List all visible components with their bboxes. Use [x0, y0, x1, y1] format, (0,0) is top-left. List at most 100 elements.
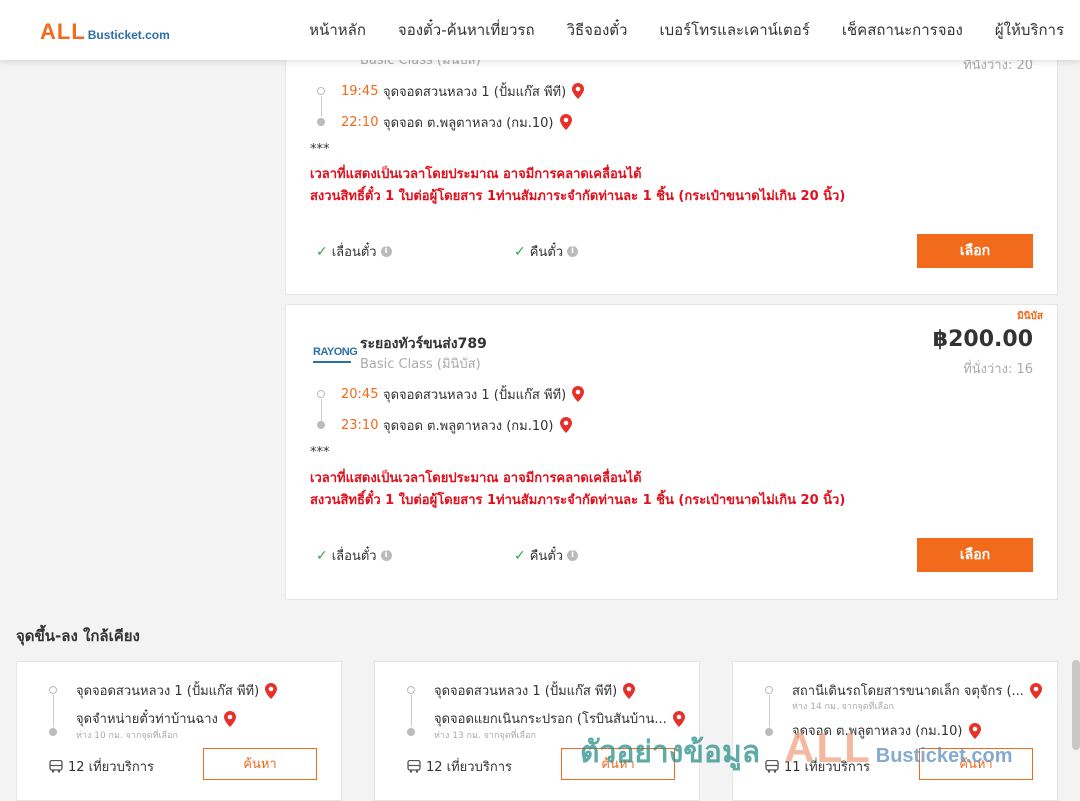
notice-time-approx: เวลาที่แสดงเป็นเวลาโดยประมาณ อาจมีการคลา… [310, 167, 642, 182]
map-pin-icon[interactable] [559, 417, 572, 433]
check-icon: ✓ [316, 547, 328, 564]
arrival-time: 22:10 [341, 114, 379, 130]
nearby-trips: 12 เที่ยวบริการ [49, 756, 154, 777]
info-icon[interactable]: i [567, 246, 579, 257]
nearby-search-button[interactable]: ค้นหา [203, 748, 317, 780]
policy-change-label: เลื่อนตั๋ว [331, 245, 377, 260]
nearby-trips-count: 11 เที่ยวบริการ [784, 760, 870, 775]
nearby-to-name: จุดจอด ต.พลูตาหลวง (กม.10) [792, 724, 963, 739]
map-pin-icon[interactable] [968, 722, 981, 739]
nav-book-search[interactable]: จองตั๋ว-ค้นหาเที่ยวรถ [382, 18, 551, 42]
map-pin-icon[interactable] [572, 83, 585, 99]
nearby-card: จุดจอดสวนหลวง 1 (ปั้มแก๊ส พีที) จุดจำหน่… [16, 661, 342, 801]
trip-card: มินิบัส RAYONG ระยองทัวร์ขนส่ง789 Basic … [285, 304, 1058, 600]
to-dot [765, 728, 773, 736]
top-navbar: ALL Busticket.com หน้าหลัก จองตั๋ว-ค้นหา… [0, 0, 1080, 60]
arrival-time: 23:10 [341, 417, 379, 433]
map-pin-icon[interactable] [623, 682, 636, 699]
map-pin-icon[interactable] [265, 682, 278, 699]
nearby-card: สถานีเดินรถโดยสารขนาดเล็ก จตุจักร (... ห… [732, 661, 1058, 801]
nearby-trips-count: 12 เที่ยวบริการ [426, 760, 512, 775]
ticket-price: ฿200.00 [932, 327, 1033, 352]
timeline-line [411, 695, 412, 727]
vehicle-type-tag: มินิบัส [1017, 311, 1043, 322]
nearby-to-name: จุดจำหน่ายตั๋วท่าบ้านฉาง [76, 712, 218, 727]
nearby-search-button[interactable]: ค้นหา [919, 748, 1033, 780]
departure-stop-name: จุดจอดสวนหลวง 1 (ปั้มแก๊ส พีที) [383, 84, 567, 100]
nearby-section-title: จุดขึ้น-ลง ใกล้เคียง [16, 627, 140, 645]
remark-stars: *** [310, 445, 330, 460]
timeline-line [769, 695, 770, 727]
seats-available: ที่นั่งว่าง: 16 [963, 362, 1033, 377]
nearby-trips-count: 12 เที่ยวบริการ [68, 760, 154, 775]
map-pin-icon[interactable] [1029, 682, 1042, 699]
nearby-distance: ห่าง 14 กม. จากจุดที่เลือก [792, 702, 894, 712]
logo-busticket-text: Busticket.com [87, 28, 170, 42]
nearby-to-name: จุดจอดแยกเนินกระปรอก (โรบินสันบ้าน... [434, 712, 667, 727]
policy-refund-label: คืนตั๋ว [529, 245, 564, 260]
from-dot [407, 686, 415, 694]
nav-home[interactable]: หน้าหลัก [293, 18, 382, 42]
departure-dot [317, 87, 325, 95]
nearby-from: จุดจอดสวนหลวง 1 (ปั้มแก๊ส พีที) [76, 680, 326, 701]
policy-change[interactable]: ✓ เลื่อนตั๋ว i [316, 241, 392, 262]
departure-stop-name: จุดจอดสวนหลวง 1 (ปั้มแก๊ส พีที) [383, 387, 567, 403]
operator-logo: RAYONG [313, 345, 358, 363]
map-pin-icon[interactable] [223, 710, 236, 727]
check-icon: ✓ [514, 243, 526, 260]
departure-stop-row: 20:45 จุดจอดสวนหลวง 1 (ปั้มแก๊ส พีที) [341, 384, 585, 404]
nearby-from: จุดจอดสวนหลวง 1 (ปั้มแก๊ส พีที) [434, 680, 684, 701]
policy-refund-label: คืนตั๋ว [529, 549, 564, 564]
logo-all-text: ALL [40, 19, 86, 44]
bus-icon [765, 760, 779, 773]
site-logo[interactable]: ALL Busticket.com [40, 19, 170, 45]
check-icon: ✓ [316, 243, 328, 260]
nav-check-booking[interactable]: เช็คสถานะการจอง [826, 18, 979, 42]
operator-name: ระยองทัวร์ขนส่ง789 [360, 336, 487, 352]
policy-change-label: เลื่อนตั๋ว [331, 549, 377, 564]
main-nav: หน้าหลัก จองตั๋ว-ค้นหาเที่ยวรถ วิธีจองตั… [293, 0, 1080, 60]
select-button[interactable]: เลือก [917, 538, 1033, 572]
nav-operators[interactable]: ผู้ให้บริการ [979, 18, 1080, 42]
map-pin-icon[interactable] [559, 114, 572, 130]
nearby-from-name: สถานีเดินรถโดยสารขนาดเล็ก จตุจักร (... [792, 684, 1024, 699]
notice-luggage: สงวนสิทธิ์ตั๋ว 1 ใบต่อผู้โดยสาร 1ท่านสัม… [310, 493, 846, 508]
arrival-dot [317, 118, 325, 126]
nearby-distance: ห่าง 13 กม. จากจุดที่เลือก [434, 731, 536, 741]
nearby-search-button[interactable]: ค้นหา [561, 748, 675, 780]
arrival-stop-name: จุดจอด ต.พลูตาหลวง (กม.10) [383, 418, 554, 434]
operator-class: Basic Class (มินิบัส) [360, 357, 481, 372]
timeline-line [53, 695, 54, 727]
nearby-trips: 11 เที่ยวบริการ [765, 756, 870, 777]
timeline-line [321, 399, 322, 421]
map-pin-icon[interactable] [572, 386, 585, 402]
nearby-to: จุดจอด ต.พลูตาหลวง (กม.10) [792, 720, 1042, 741]
departure-stop-row: 19:45 จุดจอดสวนหลวง 1 (ปั้มแก๊ส พีที) [341, 81, 585, 101]
notice-luggage: สงวนสิทธิ์ตั๋ว 1 ใบต่อผู้โดยสาร 1ท่านสัม… [310, 189, 846, 204]
info-icon[interactable]: i [567, 550, 579, 561]
arrival-dot [317, 421, 325, 429]
nearby-trips: 12 เที่ยวบริการ [407, 756, 512, 777]
map-pin-icon[interactable] [672, 710, 685, 727]
nav-contact-counters[interactable]: เบอร์โทรและเคาน์เตอร์ [643, 18, 825, 42]
policy-refund[interactable]: ✓ คืนตั๋ว i [514, 545, 579, 566]
departure-dot [317, 390, 325, 398]
timeline-line [321, 96, 322, 116]
remark-stars: *** [310, 142, 330, 157]
page-scrollbar[interactable] [1072, 660, 1080, 750]
bus-icon [407, 760, 421, 773]
policy-change[interactable]: ✓ เลื่อนตั๋ว i [316, 545, 392, 566]
nav-how-to-book[interactable]: วิธีจองตั๋ว [551, 18, 644, 42]
to-dot [49, 728, 57, 736]
info-icon[interactable]: i [380, 550, 392, 561]
arrival-stop-row: 22:10 จุดจอด ต.พลูตาหลวง (กม.10) [341, 112, 572, 132]
policy-refund[interactable]: ✓ คืนตั๋ว i [514, 241, 579, 262]
bus-icon [49, 760, 63, 773]
nearby-from-name: จุดจอดสวนหลวง 1 (ปั้มแก๊ส พีที) [76, 684, 260, 699]
check-icon: ✓ [514, 547, 526, 564]
select-button[interactable]: เลือก [917, 234, 1033, 268]
info-icon[interactable]: i [380, 246, 392, 257]
nearby-card: จุดจอดสวนหลวง 1 (ปั้มแก๊ส พีที) จุดจอดแย… [374, 661, 700, 801]
departure-time: 20:45 [341, 386, 379, 402]
trip-card: Basic Class (มินิบัส) ที่นั่งว่าง: 20 19… [285, 38, 1058, 295]
